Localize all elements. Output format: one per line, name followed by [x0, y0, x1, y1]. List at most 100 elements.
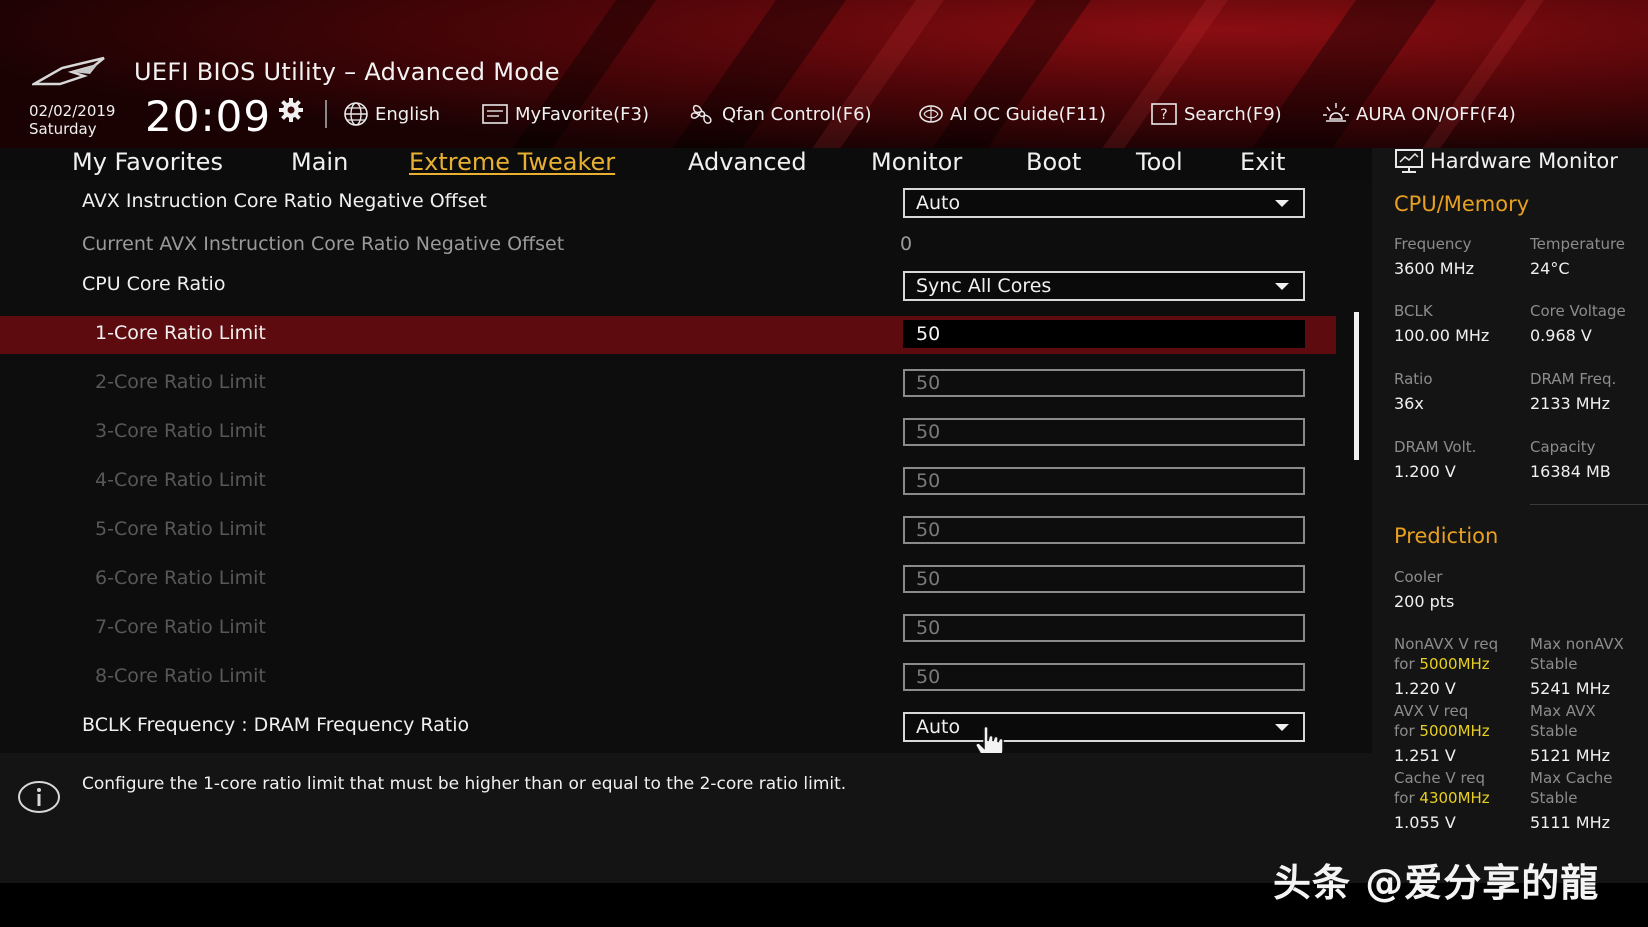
header-separator [325, 100, 327, 128]
frequency-value: 3600 MHz [1394, 259, 1475, 278]
hw-section-divider [1530, 504, 1648, 505]
dram-freq-label: DRAM Freq. [1530, 370, 1617, 388]
nonavx-voltage-value: 1.220 V [1394, 679, 1456, 698]
favorite-list-icon [482, 104, 508, 124]
max-avx-label: Max AVX [1530, 702, 1596, 720]
dram-freq-value: 2133 MHz [1530, 394, 1611, 413]
language-label: English [375, 103, 440, 125]
core-voltage-value: 0.968 V [1530, 326, 1592, 345]
aura-light-icon [1323, 103, 1349, 122]
core-ratio-limit-input[interactable]: 50 [903, 320, 1305, 348]
avx-offset-value: Auto [916, 192, 961, 214]
tab-monitor[interactable]: Monitor [871, 148, 962, 176]
avx-req-label: AVX V req [1394, 702, 1469, 720]
fan-icon [690, 104, 712, 124]
clock-settings-gear-icon[interactable] [278, 97, 304, 123]
core-ratio-limit-input: 50 [903, 418, 1305, 446]
nonavx-for-line: for 5000MHz [1394, 655, 1490, 673]
core-ratio-limit-label: 4-Core Ratio Limit [95, 469, 266, 491]
temperature-value: 24°C [1530, 259, 1570, 278]
core-ratio-limit-label: 5-Core Ratio Limit [95, 518, 266, 540]
language-button[interactable]: English [343, 100, 440, 128]
core-ratio-limit-input: 50 [903, 614, 1305, 642]
capacity-value: 16384 MB [1530, 462, 1611, 481]
watermark-text: 头条 @爱分享的龍 [1273, 861, 1600, 905]
cache-for-line: for 4300MHz [1394, 789, 1490, 807]
current-avx-offset-label: Current AVX Instruction Core Ratio Negat… [82, 233, 565, 255]
ratio-value: 36x [1394, 394, 1424, 413]
cooler-label: Cooler [1394, 568, 1443, 586]
core-ratio-limit-label: 3-Core Ratio Limit [95, 420, 266, 442]
core-ratio-limit-label: 7-Core Ratio Limit [95, 616, 266, 638]
svg-text:?: ? [1160, 107, 1167, 123]
tab-tool[interactable]: Tool [1136, 148, 1183, 176]
temperature-label: Temperature [1530, 235, 1626, 253]
bclk-dram-ratio-value: Auto [916, 716, 961, 738]
settings-scrollbar[interactable] [1354, 312, 1359, 460]
my-favorite-button[interactable]: MyFavorite(F3) [481, 100, 649, 128]
search-button[interactable]: ? Search(F9) [1150, 100, 1282, 128]
for-label: for [1394, 655, 1415, 673]
max-nonavx-label: Max nonAVX [1530, 635, 1624, 653]
clock: 20:09 [145, 92, 272, 141]
globe-icon [344, 102, 368, 126]
aura-label: AURA ON/OFF(F4) [1356, 103, 1516, 125]
tab-my-favorites[interactable]: My Favorites [72, 148, 223, 176]
cpu-memory-heading: CPU/Memory [1394, 192, 1530, 216]
help-info-bar [0, 753, 1372, 883]
bclk-value: 100.00 MHz [1394, 326, 1490, 345]
avx-for-line: for 5000MHz [1394, 722, 1490, 740]
core-ratio-limit-label: 2-Core Ratio Limit [95, 371, 266, 393]
avx-voltage-value: 1.251 V [1394, 746, 1456, 765]
max-cache-value: 5111 MHz [1530, 813, 1611, 832]
avx-offset-label: AVX Instruction Core Ratio Negative Offs… [82, 190, 487, 212]
for-label: for [1394, 722, 1415, 740]
qfan-control-button[interactable]: Qfan Control(F6) [688, 100, 872, 128]
tab-boot[interactable]: Boot [1026, 148, 1081, 176]
weekday-text: Saturday [29, 120, 97, 138]
dropdown-arrow-icon [1275, 724, 1289, 731]
dropdown-arrow-icon [1275, 200, 1289, 207]
date-text: 02/02/2019 [29, 102, 116, 120]
cpu-core-ratio-label: CPU Core Ratio [82, 273, 226, 295]
ai-oc-label: AI OC Guide(F11) [950, 103, 1106, 125]
core-voltage-label: Core Voltage [1530, 302, 1626, 320]
capacity-label: Capacity [1530, 438, 1596, 456]
ai-oc-guide-button[interactable]: AI OC Guide(F11) [918, 100, 1106, 128]
cache-voltage-value: 1.055 V [1394, 813, 1456, 832]
stable-label: Stable [1530, 655, 1578, 673]
core-ratio-limit-label: 1-Core Ratio Limit [95, 322, 266, 344]
core-ratio-limit-input: 50 [903, 565, 1305, 593]
date-display: 02/02/2019 Saturday [29, 102, 115, 138]
dropdown-arrow-icon [1275, 283, 1289, 290]
aura-toggle-button[interactable]: AURA ON/OFF(F4) [1322, 100, 1516, 128]
core-ratio-limit-input: 50 [903, 663, 1305, 691]
core-ratio-limit-input: 50 [903, 467, 1305, 495]
core-ratio-limit-input: 50 [903, 516, 1305, 544]
for-label: for [1394, 789, 1415, 807]
prediction-heading: Prediction [1394, 524, 1499, 548]
cpu-core-ratio-select[interactable]: Sync All Cores [903, 271, 1305, 301]
main-nav: My Favorites Main Extreme Tweaker Advanc… [0, 148, 1372, 182]
my-favorite-label: MyFavorite(F3) [515, 103, 649, 125]
tab-advanced[interactable]: Advanced [688, 148, 807, 176]
bclk-label: BCLK [1394, 302, 1433, 320]
help-text: Configure the 1-core ratio limit that mu… [82, 774, 847, 794]
current-avx-offset-value: 0 [900, 233, 913, 255]
ratio-label: Ratio [1394, 370, 1433, 388]
app-title: UEFI BIOS Utility – Advanced Mode [134, 58, 560, 86]
avx-offset-select[interactable]: Auto [903, 188, 1305, 218]
dram-volt-label: DRAM Volt. [1394, 438, 1477, 456]
avx-target-freq: 5000MHz [1419, 722, 1490, 740]
qfan-label: Qfan Control(F6) [722, 103, 872, 125]
frequency-label: Frequency [1394, 235, 1472, 253]
tab-main[interactable]: Main [291, 148, 348, 176]
tab-extreme-tweaker[interactable]: Extreme Tweaker [409, 148, 615, 176]
bclk-dram-ratio-select[interactable]: Auto [903, 712, 1305, 742]
max-cache-label: Max Cache [1530, 769, 1613, 787]
tab-exit[interactable]: Exit [1240, 148, 1285, 176]
hardware-monitor-title: Hardware Monitor [1394, 148, 1618, 174]
search-help-icon: ? [1151, 103, 1177, 125]
cache-target-freq: 4300MHz [1419, 789, 1490, 807]
core-ratio-limit-label: 8-Core Ratio Limit [95, 665, 266, 687]
